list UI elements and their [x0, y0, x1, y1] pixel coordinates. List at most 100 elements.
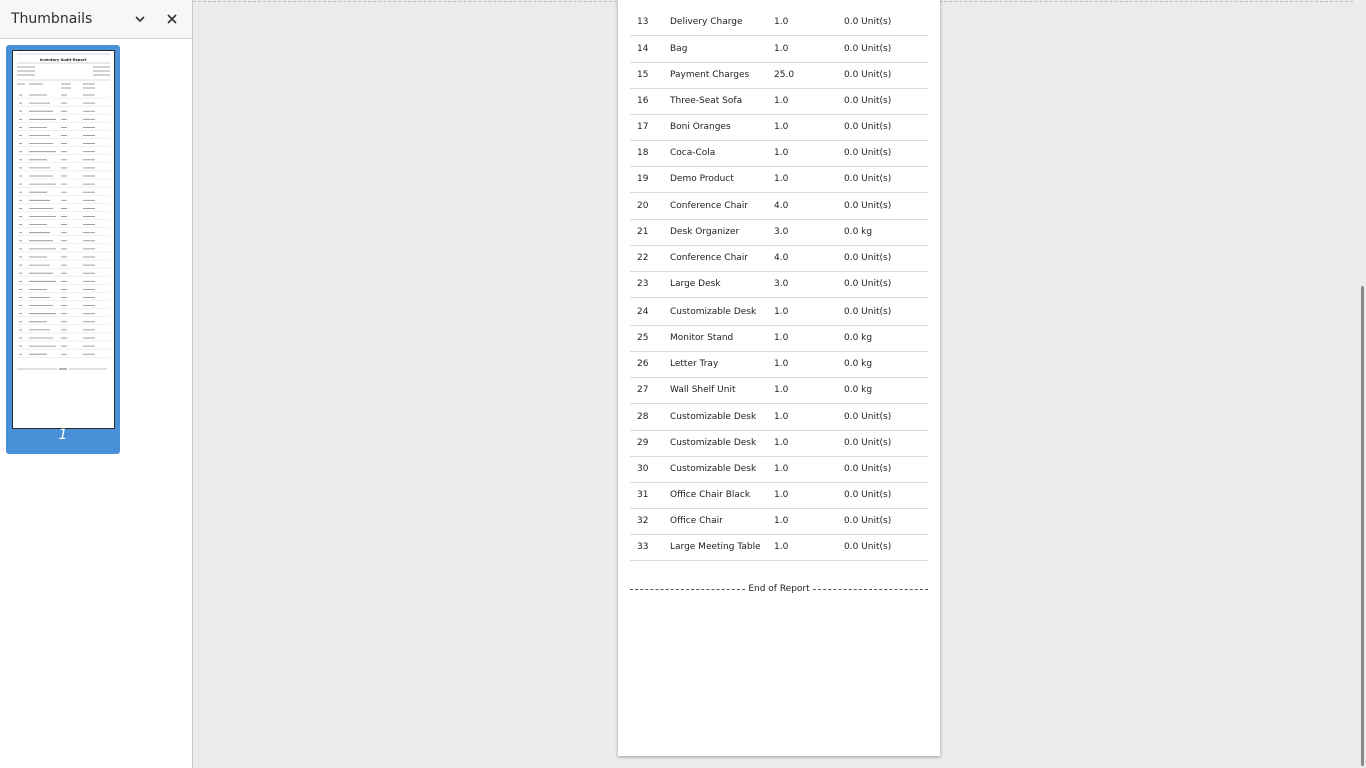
row-counted-quantity: 0.0 Unit(s)	[844, 516, 892, 526]
row-number: 14	[637, 44, 649, 54]
table-row: 13 Delivery Charge 1.0 0.0 Unit(s)	[630, 9, 928, 36]
row-quantity: 1.0	[774, 174, 789, 184]
end-of-report-text: End of Report	[748, 584, 810, 594]
row-number: 18	[637, 148, 649, 158]
thumbnail-page-image: Inventory Audit Report	[17, 53, 110, 370]
row-counted-quantity: 0.0 Unit(s)	[844, 542, 892, 552]
row-quantity: 1.0	[774, 96, 789, 106]
table-row: 24 Customizable Desk 1.0 0.0 Unit(s)	[630, 299, 928, 326]
sidebar-menu-button[interactable]	[128, 7, 152, 31]
row-quantity: 4.0	[774, 253, 789, 263]
row-quantity: 1.0	[774, 148, 789, 158]
row-number: 31	[637, 490, 649, 500]
row-quantity: 1.0	[774, 464, 789, 474]
page-thumbnail-1[interactable]: Inventory Audit Report 1	[6, 45, 120, 454]
row-counted-quantity: 0.0 Unit(s)	[844, 17, 892, 27]
end-dash-right	[812, 588, 928, 590]
row-number: 25	[637, 333, 649, 343]
row-number: 21	[637, 227, 649, 237]
row-number: 27	[637, 385, 649, 395]
end-dash-left	[630, 588, 746, 590]
vertical-scrollbar[interactable]	[1361, 286, 1364, 766]
row-product: Delivery Charge	[670, 17, 743, 27]
row-product: Wall Shelf Unit	[670, 385, 736, 395]
row-counted-quantity: 0.0 kg	[844, 333, 873, 343]
thumbnail-title: Inventory Audit Report	[40, 58, 87, 62]
row-counted-quantity: 0.0 Unit(s)	[844, 307, 892, 317]
row-number: 22	[637, 253, 649, 263]
row-product: Customizable Desk	[670, 307, 757, 317]
row-counted-quantity: 0.0 Unit(s)	[844, 70, 892, 80]
row-product: Large Meeting Table	[670, 542, 761, 552]
table-row: 16 Three-Seat Sofa 1.0 0.0 Unit(s)	[630, 88, 928, 115]
row-quantity: 1.0	[774, 385, 789, 395]
row-quantity: 1.0	[774, 542, 789, 552]
table-row: 17 Boni Oranges 1.0 0.0 Unit(s)	[630, 114, 928, 141]
row-counted-quantity: 0.0 Unit(s)	[844, 148, 892, 158]
row-quantity: 3.0	[774, 227, 789, 237]
row-quantity: 3.0	[774, 279, 789, 289]
row-number: 19	[637, 174, 649, 184]
row-product: Demo Product	[670, 174, 734, 184]
row-quantity: 1.0	[774, 359, 789, 369]
row-number: 24	[637, 307, 649, 317]
row-product: Desk Organizer	[670, 227, 740, 237]
sidebar-header: Thumbnails	[0, 0, 192, 39]
table-row: 15 Payment Charges 25.0 0.0 Unit(s)	[630, 62, 928, 89]
row-quantity: 1.0	[774, 516, 789, 526]
row-quantity: 1.0	[774, 438, 789, 448]
row-quantity: 1.0	[774, 17, 789, 27]
row-counted-quantity: 0.0 Unit(s)	[844, 253, 892, 263]
table-row: 22 Conference Chair 4.0 0.0 Unit(s)	[630, 245, 928, 272]
sidebar-close-button[interactable]	[160, 7, 184, 31]
row-product: Payment Charges	[670, 70, 750, 80]
row-quantity: 4.0	[774, 201, 789, 211]
row-product: Boni Oranges	[670, 122, 731, 132]
report-page: End of Report 13 Delivery Charge 1.0 0.0 Un…	[618, 0, 940, 756]
table-row: 33 Large Meeting Table 1.0 0.0 Unit(s)	[630, 534, 928, 561]
row-counted-quantity: 0.0 Unit(s)	[844, 464, 892, 474]
row-quantity: 1.0	[774, 122, 789, 132]
row-product: Office Chair Black	[670, 490, 751, 500]
row-counted-quantity: 0.0 Unit(s)	[844, 122, 892, 132]
thumbnails-sidebar: Thumbnails Inventory Audit Report 1	[0, 0, 193, 768]
close-icon	[167, 14, 177, 24]
document-viewer[interactable]: End of Report 13 Delivery Charge 1.0 0.0 Un…	[193, 0, 1366, 768]
row-quantity: 1.0	[774, 44, 789, 54]
row-product: Customizable Desk	[670, 464, 757, 474]
table-row: 26 Letter Tray 1.0 0.0 kg	[630, 351, 928, 378]
row-number: 32	[637, 516, 649, 526]
row-counted-quantity: 0.0 kg	[844, 359, 873, 369]
row-counted-quantity: 0.0 Unit(s)	[844, 96, 892, 106]
row-number: 29	[637, 438, 649, 448]
table-row: 21 Desk Organizer 3.0 0.0 kg	[630, 219, 928, 246]
row-counted-quantity: 0.0 Unit(s)	[844, 412, 892, 422]
table-row: 27 Wall Shelf Unit 1.0 0.0 kg	[630, 377, 928, 404]
row-number: 15	[637, 70, 649, 80]
table-row: 14 Bag 1.0 0.0 Unit(s)	[630, 36, 928, 63]
table-row: 32 Office Chair 1.0 0.0 Unit(s)	[630, 508, 928, 535]
row-product: Conference Chair	[670, 253, 748, 263]
row-product: Three-Seat Sofa	[670, 96, 743, 106]
row-quantity: 1.0	[774, 412, 789, 422]
row-number: 30	[637, 464, 649, 474]
app-window: Thumbnails Inventory Audit Report 1 End …	[0, 0, 1366, 768]
table-row: 30 Customizable Desk 1.0 0.0 Unit(s)	[630, 456, 928, 483]
row-product: Letter Tray	[670, 359, 719, 369]
row-number: 33	[637, 542, 649, 552]
sidebar-title: Thumbnails	[11, 11, 93, 27]
row-product: Customizable Desk	[670, 412, 757, 422]
table-row: 28 Customizable Desk 1.0 0.0 Unit(s)	[630, 404, 928, 431]
table-row: 31 Office Chair Black 1.0 0.0 Unit(s)	[630, 482, 928, 509]
chevron-down-icon	[135, 16, 145, 23]
row-number: 28	[637, 412, 649, 422]
row-counted-quantity: 0.0 Unit(s)	[844, 44, 892, 54]
table-row: 18 Coca-Cola 1.0 0.0 Unit(s)	[630, 140, 928, 167]
row-product: Monitor Stand	[670, 333, 734, 343]
table-row: 19 Demo Product 1.0 0.0 Unit(s)	[630, 166, 928, 193]
row-quantity: 25.0	[774, 70, 795, 80]
row-product: Coca-Cola	[670, 148, 716, 158]
table-row: 23 Large Desk 3.0 0.0 Unit(s)	[630, 271, 928, 298]
row-product: Conference Chair	[670, 201, 748, 211]
row-number: 16	[637, 96, 649, 106]
